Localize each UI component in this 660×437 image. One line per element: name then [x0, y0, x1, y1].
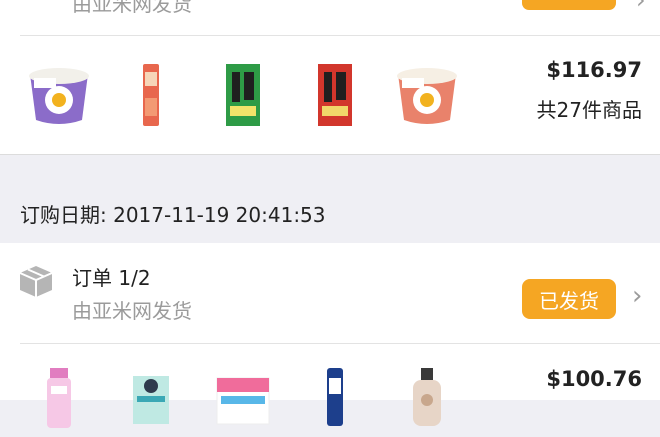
product-thumbnail[interactable]: [388, 56, 466, 134]
chevron-right-icon[interactable]: ›: [636, 0, 646, 14]
product-thumbnail[interactable]: [388, 359, 466, 437]
order-total-price: $100.76: [546, 367, 642, 391]
status-badge: 已发货: [522, 279, 616, 319]
product-thumbnail[interactable]: [20, 359, 98, 437]
order-title: 订单 1/2: [72, 266, 151, 290]
order-total-price: $116.97: [546, 58, 642, 82]
product-thumbnail[interactable]: [112, 359, 190, 437]
order-card-previous[interactable]: 由亚米网发货 › $116.97 共27件商品: [0, 0, 660, 154]
order-card[interactable]: 订单 1/2 由亚米网发货 已发货 › $100.76: [0, 243, 660, 428]
product-thumbnail[interactable]: [296, 359, 374, 437]
shipping-info: 由亚米网发货: [72, 0, 192, 16]
divider: [20, 35, 660, 36]
shipping-info: 由亚米网发货: [72, 299, 192, 323]
divider: [20, 343, 660, 344]
package-icon: [19, 266, 53, 297]
product-thumbnail[interactable]: [204, 359, 282, 437]
order-date: 订购日期: 2017-11-19 20:41:53: [20, 203, 326, 227]
status-badge: [522, 0, 616, 10]
product-thumbnail[interactable]: [296, 56, 374, 134]
chevron-right-icon[interactable]: ›: [632, 281, 642, 311]
divider: [0, 154, 660, 155]
item-count: 共27件商品: [536, 98, 642, 122]
product-thumbnail[interactable]: [20, 56, 98, 134]
product-thumbnail[interactable]: [204, 56, 282, 134]
product-thumbnail[interactable]: [112, 56, 190, 134]
product-thumbnails[interactable]: [20, 359, 480, 437]
product-thumbnails[interactable]: [20, 56, 480, 134]
